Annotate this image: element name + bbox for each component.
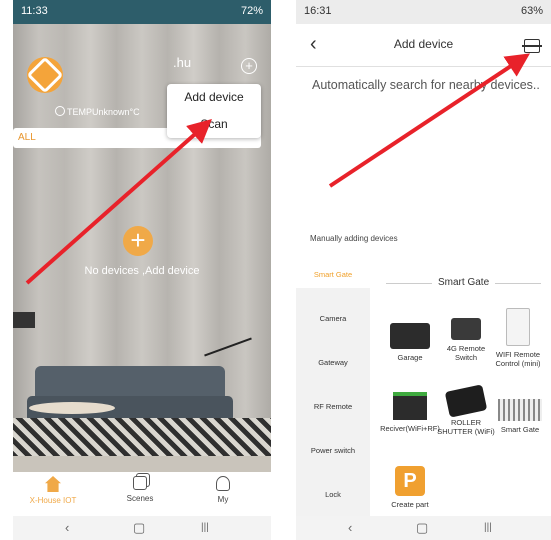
weather-readout: TEMPUnknown°C — [55, 106, 140, 117]
garage-controller-icon — [390, 323, 430, 349]
coffee-table — [29, 402, 115, 414]
status-bar: 16:31 63% — [296, 0, 551, 24]
system-nav-bar: ‹ ▢ ||| — [296, 516, 551, 540]
add-popup-menu: Add device Scan — [167, 84, 261, 138]
panel-divider-left — [386, 283, 432, 284]
tab-scenes-label: Scenes — [126, 494, 154, 503]
app-header: ‹ Add device — [296, 24, 551, 66]
weather-text: TEMPUnknown°C — [67, 107, 140, 117]
parking-icon: P — [395, 466, 425, 496]
device-label: Reciver(WiFi+RF) — [380, 424, 440, 433]
category-power-switch[interactable]: Power switch — [296, 446, 370, 455]
device-label: 4G Remote Switch — [446, 344, 486, 362]
wall-lamp — [13, 312, 35, 328]
add-device-button[interactable]: + — [123, 226, 153, 256]
category-lock[interactable]: Lock — [296, 490, 370, 499]
room-filter-label[interactable]: ALL — [18, 132, 36, 143]
status-battery: 72% — [240, 5, 263, 17]
category-camera[interactable]: Camera — [296, 314, 370, 323]
device-label: Smart Gate — [500, 425, 540, 434]
house-icon — [45, 476, 61, 492]
header-divider — [296, 66, 551, 67]
device-label: Garage — [397, 353, 423, 362]
nav-back-button[interactable]: ‹ — [348, 520, 352, 535]
nav-home-button[interactable]: ▢ — [416, 520, 428, 536]
panel-title: Smart Gate — [438, 277, 490, 288]
rug — [13, 418, 271, 458]
wifi-remote-icon — [506, 308, 530, 346]
status-time: 16:31 — [304, 5, 332, 17]
thermometer-icon — [55, 106, 65, 116]
category-rf-remote[interactable]: RF Remote — [296, 402, 370, 411]
category-smart-gate-active[interactable]: Smart Gate — [296, 270, 370, 279]
add-plus-icon[interactable]: + — [241, 58, 257, 74]
scan-icon[interactable] — [522, 39, 542, 53]
nav-back-button[interactable]: ‹ — [65, 520, 69, 535]
empty-state-message[interactable]: No devices ,Add device — [13, 265, 271, 277]
device-wifi-remote[interactable]: WIFI Remote Control (mini) — [488, 308, 548, 368]
panel-divider-right — [495, 283, 541, 284]
person-icon — [216, 476, 230, 491]
tab-home-label: X-House IOT — [29, 496, 77, 505]
category-gateway[interactable]: Gateway — [296, 358, 370, 367]
status-battery: 63% — [520, 5, 543, 17]
device-4g-remote-switch[interactable]: 4G Remote Switch — [436, 318, 496, 362]
home-name: .hu — [173, 55, 192, 70]
tab-my-label: My — [217, 495, 229, 504]
tab-my[interactable]: My — [193, 476, 253, 504]
device-receiver[interactable]: Reciver(WiFi+RF) — [380, 392, 440, 433]
floor-lamp — [204, 337, 252, 357]
device-label: ROLLER SHUTTER (WiFi) — [437, 418, 495, 436]
system-nav-bar: ‹ ▢ ||| — [13, 516, 271, 540]
manual-section-label: Manually adding devices — [310, 234, 398, 243]
home-avatar[interactable] — [26, 56, 64, 94]
gate-icon — [498, 399, 542, 421]
device-garage[interactable]: Garage — [380, 323, 440, 362]
nav-recents-button[interactable]: ||| — [201, 522, 209, 533]
status-bar: 11:33 72% — [13, 0, 271, 24]
4g-switch-icon — [451, 318, 481, 340]
bottom-tab-bar: X-House IOT Scenes My — [13, 472, 271, 516]
menu-add-device[interactable]: Add device — [167, 84, 261, 110]
auto-search-status: Automatically search for nearby devices.… — [312, 78, 540, 92]
device-create-part[interactable]: P Create part — [380, 466, 440, 509]
tab-home[interactable]: X-House IOT — [23, 476, 83, 505]
receiver-icon — [393, 392, 427, 420]
nav-home-button[interactable]: ▢ — [133, 520, 145, 536]
status-time: 11:33 — [21, 5, 48, 17]
device-label: WIFI Remote Control (mini) — [495, 350, 541, 368]
scenes-icon — [133, 476, 147, 490]
tab-scenes[interactable]: Scenes — [110, 476, 170, 503]
device-smart-gate[interactable]: Smart Gate — [490, 399, 550, 434]
floor — [13, 456, 271, 472]
device-label: Create part — [391, 500, 429, 509]
roller-shutter-icon — [444, 384, 488, 418]
left-phone-screen: 11:33 72% .hu + TEMPUnknown°C ALL ··· Ad… — [13, 0, 271, 540]
nav-recents-button[interactable]: ||| — [484, 522, 492, 533]
menu-scan[interactable]: Scan — [167, 111, 261, 137]
category-sidebar: Smart Gate Camera Gateway RF Remote Powe… — [296, 258, 370, 516]
right-phone-screen: 16:31 63% ‹ Add device Automatically sea… — [296, 0, 551, 540]
device-roller-shutter[interactable]: ROLLER SHUTTER (WiFi) — [436, 384, 496, 436]
page-title: Add device — [393, 37, 454, 51]
